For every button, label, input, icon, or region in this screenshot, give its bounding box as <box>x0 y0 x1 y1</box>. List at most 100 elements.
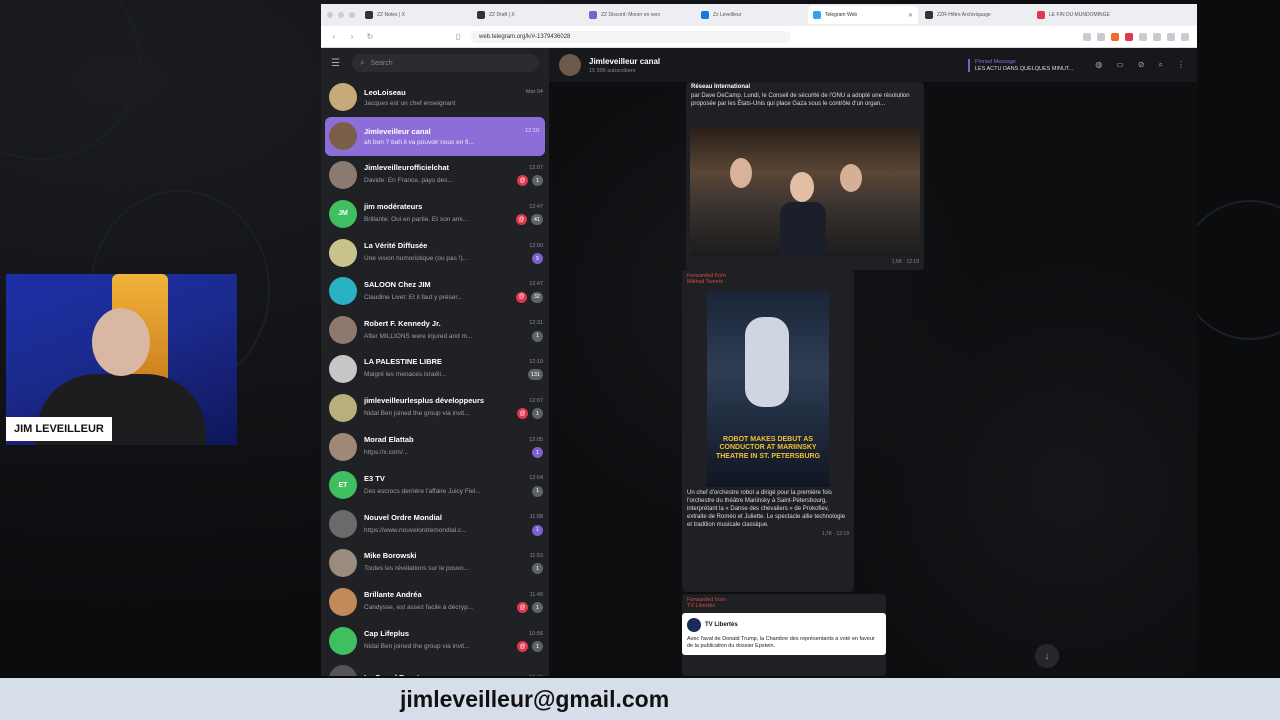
presenter-head <box>92 308 150 376</box>
chat-body: jim modérateurs 12:47 Brillante: Oui en p… <box>364 202 543 226</box>
chat-name: SALOON Chez JIM <box>364 279 431 289</box>
pinned-message[interactable]: Pinned Message LES ACTU DANS QUELQUES MI… <box>967 58 1073 72</box>
forward-icon[interactable]: › <box>347 32 357 41</box>
hamburger-menu-icon[interactable]: ☰ <box>331 58 340 69</box>
extension-icon[interactable] <box>1111 32 1119 41</box>
chat-avatar <box>329 316 357 345</box>
chat-name: jim modérateurs <box>364 202 423 212</box>
chat-last-message: Toutes les révélations sur le pouvo... <box>364 565 470 573</box>
channel-title: Jimleveilleur canal <box>589 56 661 66</box>
window-control[interactable] <box>349 12 355 18</box>
chat-name: Jimleveilleurofficielchat <box>364 163 450 173</box>
channel-post[interactable]: Forwarded from Mikhail Tweets ROBOT MAKE… <box>682 270 854 592</box>
chat-item[interactable]: Jimleveilleurofficielchat 12:07 Davide: E… <box>321 156 549 195</box>
forwarded-source[interactable]: Mikhail Tweets <box>682 279 854 285</box>
chat-last-message: Jacques est un chef enseignant <box>364 99 456 107</box>
channel-post[interactable]: Réseau International par Dave DeCamp. Lu… <box>686 82 924 270</box>
chat-last-message: https://x.com/... <box>364 449 409 457</box>
chat-item[interactable]: Le Grand Reset 10:40 <box>321 660 549 676</box>
scroll-down-button[interactable]: ↓ <box>1035 644 1059 668</box>
search-input[interactable]: ⌕ Search <box>351 54 539 72</box>
chat-item[interactable]: Mike Borowski 11:53 Toutes les révélation… <box>321 544 549 583</box>
bookmark-icon[interactable]: ▯ <box>453 32 463 41</box>
tab-favicon-icon <box>589 11 597 19</box>
extension-icon[interactable] <box>1167 32 1175 41</box>
chat-item[interactable]: Robert F. Kennedy Jr. 12:31 After MILLION… <box>321 311 549 350</box>
search-placeholder: Search <box>370 59 393 67</box>
chat-time: 12:05 <box>529 436 543 443</box>
chat-item[interactable]: ET E3 TV 12:04 Des escrocs derrière l'aff… <box>321 466 549 505</box>
chat-time: 12:47 <box>529 281 543 288</box>
chat-last-message: Nidal Ben joined the group via invit... <box>364 643 470 651</box>
channel-view: Jimleveilleur canal 15 996 subscribers P… <box>549 48 1197 676</box>
chat-item[interactable]: Cap Lifeplus 10:56 Nidal Ben joined the g… <box>321 621 549 660</box>
chat-item[interactable]: La Vérité Diffusée 12:00 Une vision humor… <box>321 233 549 272</box>
chat-item[interactable]: Brillante Andréa 11:49 Candysse, est asse… <box>321 582 549 621</box>
chat-item[interactable]: Jimleveilleur canal 12:10 ah bon ? bah il… <box>325 116 545 156</box>
unread-count-badge: 1 <box>532 485 543 497</box>
extension-icon[interactable] <box>1125 32 1133 41</box>
browser-tab[interactable]: LE FIN DU MUNDOMINGE <box>1032 6 1142 24</box>
back-icon[interactable]: ‹ <box>329 32 339 41</box>
post-photo[interactable] <box>690 128 920 256</box>
search-icon[interactable]: ⌕ <box>1159 60 1163 70</box>
chat-name: Jimleveilleur canal <box>364 126 431 136</box>
chat-last-message: Brillante: Oui en partie. Et son ami... <box>364 216 469 224</box>
mention-badge: @ <box>515 291 527 303</box>
tab-title: ZZ Notes | X <box>377 12 405 18</box>
mention-badge: @ <box>515 214 527 226</box>
chat-item[interactable]: LA PALESTINE LIBRE 12:19 Malgré les menac… <box>321 350 549 389</box>
browser-tab[interactable]: Zz Leveilleur <box>696 6 806 24</box>
forwarded-label: Forwarded from <box>682 270 854 279</box>
mute-icon[interactable]: ⊘ <box>1138 60 1145 70</box>
browser-tab[interactable]: ZZ Notes | X <box>360 6 470 24</box>
voice-chat-icon[interactable]: ◍ <box>1095 60 1102 70</box>
extension-icon[interactable] <box>1181 32 1189 41</box>
post-video[interactable]: ROBOT MAKES DEBUT AS CONDUCTOR AT MARIIN… <box>707 291 829 487</box>
tab-title: LE FIN DU MUNDOMINGE <box>1049 12 1110 18</box>
channel-post[interactable]: Forwarded from TV Libertés TV Libertés A… <box>682 594 886 676</box>
chat-name: Le Grand Reset <box>364 673 525 676</box>
reload-icon[interactable]: ↻ <box>365 32 375 41</box>
comments-icon[interactable]: ▭ <box>1116 60 1124 70</box>
embedded-tweet[interactable]: TV Libertés Avec l'aval de Donald Trump,… <box>682 613 886 656</box>
browser-tab[interactable]: ZZ Draft | X <box>472 6 582 24</box>
chat-time: 12:07 <box>529 164 543 171</box>
chat-body: Mike Borowski 11:53 Toutes les révélation… <box>364 551 543 575</box>
telegram-app: ☰ ⌕ Search LeoLoiseau Mar 04 Jacques est … <box>321 48 1197 676</box>
forwarded-source[interactable]: TV Libertés <box>682 603 886 609</box>
extension-icon[interactable] <box>1153 32 1161 41</box>
chat-item[interactable]: jimleveilleurlesplus développeurs 12:07 N… <box>321 388 549 427</box>
browser-tab-bar: ZZ Notes | X ZZ Draft | X ZZ Discord: Mone… <box>321 4 1197 26</box>
chat-avatar <box>329 510 357 539</box>
chat-body: Morad Elattab 12:05 https://x.com/... 1 <box>364 435 543 459</box>
window-control[interactable] <box>327 12 333 18</box>
channel-avatar[interactable] <box>559 54 581 76</box>
browser-tab[interactable]: Telegram Web ✕ <box>808 6 918 24</box>
chat-name: LeoLoiseau <box>364 87 406 97</box>
extension-icon[interactable] <box>1097 32 1105 41</box>
extension-icon[interactable] <box>1139 32 1147 41</box>
chat-item[interactable]: Nouvel Ordre Mondial 11:58 https://www.no… <box>321 505 549 544</box>
chat-item[interactable]: Morad Elattab 12:05 https://x.com/... 1 <box>321 427 549 466</box>
chat-time: 12:31 <box>529 320 543 327</box>
window-control[interactable] <box>338 12 344 18</box>
close-tab-icon[interactable]: ✕ <box>908 12 913 19</box>
chat-item[interactable]: LeoLoiseau Mar 04 Jacques est un chef ens… <box>321 78 549 117</box>
chat-avatar: ET <box>329 471 357 500</box>
chat-item[interactable]: JM jim modérateurs 12:47 Brillante: Oui e… <box>321 194 549 233</box>
extension-icon[interactable] <box>1083 32 1091 41</box>
chat-avatar: JM <box>329 199 357 228</box>
url-field[interactable]: web.telegram.org/k/#-1379436028 <box>471 30 791 43</box>
channel-info[interactable]: Jimleveilleur canal 15 996 subscribers <box>589 57 660 74</box>
tab-title: Telegram Web <box>825 12 858 18</box>
chat-time: 11:58 <box>529 514 543 521</box>
chat-avatar <box>329 626 357 655</box>
browser-tab[interactable]: ZZR-Hêtre Archiviquage <box>920 6 1030 24</box>
more-options-icon[interactable]: ⋮ <box>1177 60 1185 70</box>
embed-author: TV Libertés <box>705 622 738 628</box>
chat-body: Nouvel Ordre Mondial 11:58 https://www.no… <box>364 513 543 536</box>
post-meta: 1,7K · 12:19 <box>821 531 849 538</box>
chat-item[interactable]: SALOON Chez JIM 12:47 Claudine Livet: Et … <box>321 272 549 311</box>
browser-tab[interactable]: ZZ Discord: Moner en vers <box>584 6 694 24</box>
